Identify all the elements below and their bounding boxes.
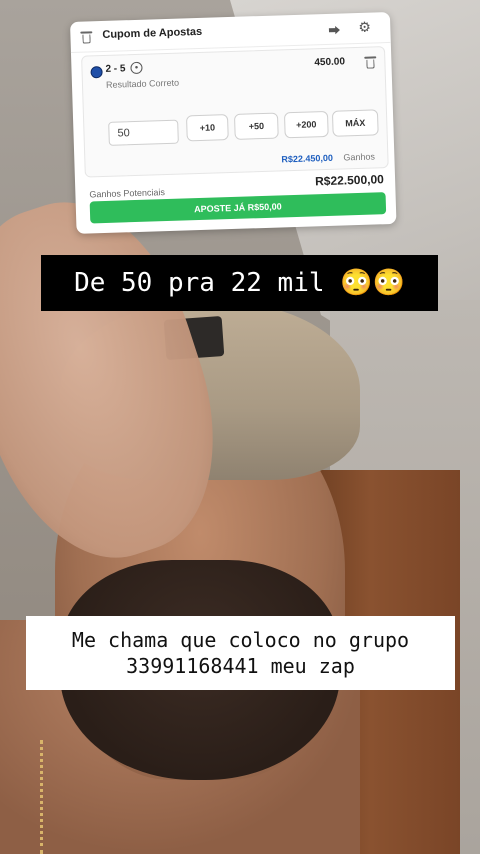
quick-stake-plus-10-button[interactable]: +10 [185, 114, 229, 142]
trash-icon[interactable] [80, 30, 93, 44]
share-icon[interactable]: ⮕ [328, 22, 341, 39]
caption-bottom-line-1: Me chama que coloco no grupo [71, 628, 410, 652]
caption-top: De 50 pra 22 mil 😳😳 [41, 255, 438, 311]
potential-return-value: R$22.450,00 [281, 152, 334, 165]
stake-input[interactable] [108, 119, 179, 146]
bet-slip-title: Cupom de Apostas [102, 25, 203, 41]
bet-selection: 2 - 5 ● Resultado Correto 450.00 +10 +50… [81, 46, 389, 178]
potential-return-label: Ganhos [343, 151, 376, 163]
quick-stake-max-button[interactable]: MÁX [331, 109, 379, 137]
remove-selection-trash-icon[interactable] [364, 55, 377, 69]
selection-score: 2 - 5 [105, 63, 126, 75]
potential-winnings-value: R$22.500,00 [314, 172, 385, 189]
live-icon: ● [130, 61, 143, 75]
selection-odds: 450.00 [314, 56, 346, 69]
bet-slip-card: Cupom de Apostas ⮕ ⚙ 2 - 5 ● Resultado C… [70, 11, 397, 234]
caption-bottom: Me chama que coloco no grupo 33991168441… [26, 616, 455, 690]
potential-winnings-label: Ganhos Potenciais [89, 187, 166, 200]
quick-stake-plus-50-button[interactable]: +50 [233, 112, 279, 140]
necklace-chain [40, 740, 61, 854]
quick-stake-plus-200-button[interactable]: +200 [283, 110, 329, 139]
soccer-ball-icon [90, 66, 103, 79]
selection-market: Resultado Correto [105, 77, 180, 90]
gear-icon[interactable]: ⚙ [358, 19, 371, 36]
caption-bottom-line-2: 33991168441 meu zap [126, 654, 355, 678]
